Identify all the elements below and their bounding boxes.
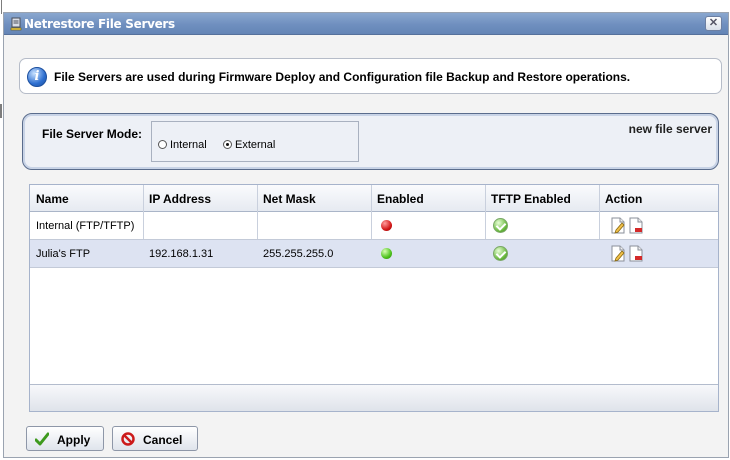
apply-label[interactable]: Apply bbox=[57, 433, 90, 447]
close-icon[interactable]: ✕ bbox=[709, 17, 718, 29]
background-strip bbox=[0, 0, 730, 8]
file-servers-dialog: Netrestore File Servers ✕ i File Servers… bbox=[3, 12, 729, 458]
enabled-status-icon bbox=[381, 248, 392, 259]
delete-icon[interactable] bbox=[629, 245, 643, 262]
radio-circle[interactable] bbox=[158, 140, 167, 149]
column-header-action[interactable]: Action bbox=[605, 192, 642, 206]
column-header-net-mask[interactable]: Net Mask bbox=[263, 192, 316, 206]
table-row[interactable]: Julia's FTP 192.168.1.31 255.255.255.0 bbox=[30, 240, 718, 268]
background-mark bbox=[0, 104, 2, 118]
check-icon bbox=[493, 218, 508, 233]
info-icon: i bbox=[27, 67, 47, 87]
table-row[interactable]: Internal (FTP/TFTP) bbox=[30, 212, 718, 240]
delete-icon[interactable] bbox=[629, 217, 643, 234]
new-file-server-link[interactable]: new file server bbox=[629, 122, 712, 136]
disabled-status-icon bbox=[381, 220, 392, 231]
server-name: Internal (FTP/TFTP) bbox=[36, 220, 135, 232]
server-netmask: 255.255.255.0 bbox=[263, 248, 334, 260]
server-icon bbox=[10, 17, 22, 31]
file-server-mode-label: File Server Mode: bbox=[42, 127, 143, 141]
background-mark bbox=[1, 0, 2, 14]
cancel-label[interactable]: Cancel bbox=[143, 433, 182, 447]
file-server-mode-panel: File Server Mode: Internal External new … bbox=[22, 113, 719, 170]
edit-icon[interactable] bbox=[611, 245, 625, 262]
column-header-ip-address[interactable]: IP Address bbox=[149, 192, 211, 206]
info-text: File Servers are used during Firmware De… bbox=[54, 70, 631, 84]
file-servers-table: Name IP Address Net Mask Enabled TFTP En… bbox=[29, 184, 719, 412]
cancel-button[interactable]: Cancel bbox=[112, 426, 198, 451]
dialog-title: Netrestore File Servers bbox=[24, 17, 175, 31]
radio-internal-label[interactable]: Internal bbox=[170, 139, 207, 151]
server-ip: 192.168.1.31 bbox=[149, 248, 214, 260]
title-bar[interactable]: Netrestore File Servers ✕ bbox=[4, 13, 728, 35]
checkmark-icon bbox=[35, 432, 49, 446]
apply-button[interactable]: Apply bbox=[26, 426, 104, 451]
close-button[interactable]: ✕ bbox=[705, 16, 722, 31]
check-icon bbox=[493, 246, 508, 261]
info-panel: i File Servers are used during Firmware … bbox=[19, 58, 722, 94]
edit-icon[interactable] bbox=[611, 217, 625, 234]
radio-external[interactable]: External bbox=[223, 139, 275, 151]
radio-external-label[interactable]: External bbox=[235, 139, 275, 151]
mode-radio-group: Internal External bbox=[151, 121, 359, 162]
column-header-tftp-enabled[interactable]: TFTP Enabled bbox=[491, 192, 571, 206]
table-footer bbox=[30, 384, 718, 411]
cancel-icon bbox=[121, 432, 135, 446]
radio-internal[interactable]: Internal bbox=[158, 139, 207, 151]
column-header-name[interactable]: Name bbox=[36, 192, 69, 206]
radio-circle-selected[interactable] bbox=[223, 140, 232, 149]
server-name: Julia's FTP bbox=[36, 248, 91, 260]
table-header: Name IP Address Net Mask Enabled TFTP En… bbox=[30, 185, 718, 212]
column-header-enabled[interactable]: Enabled bbox=[377, 192, 424, 206]
